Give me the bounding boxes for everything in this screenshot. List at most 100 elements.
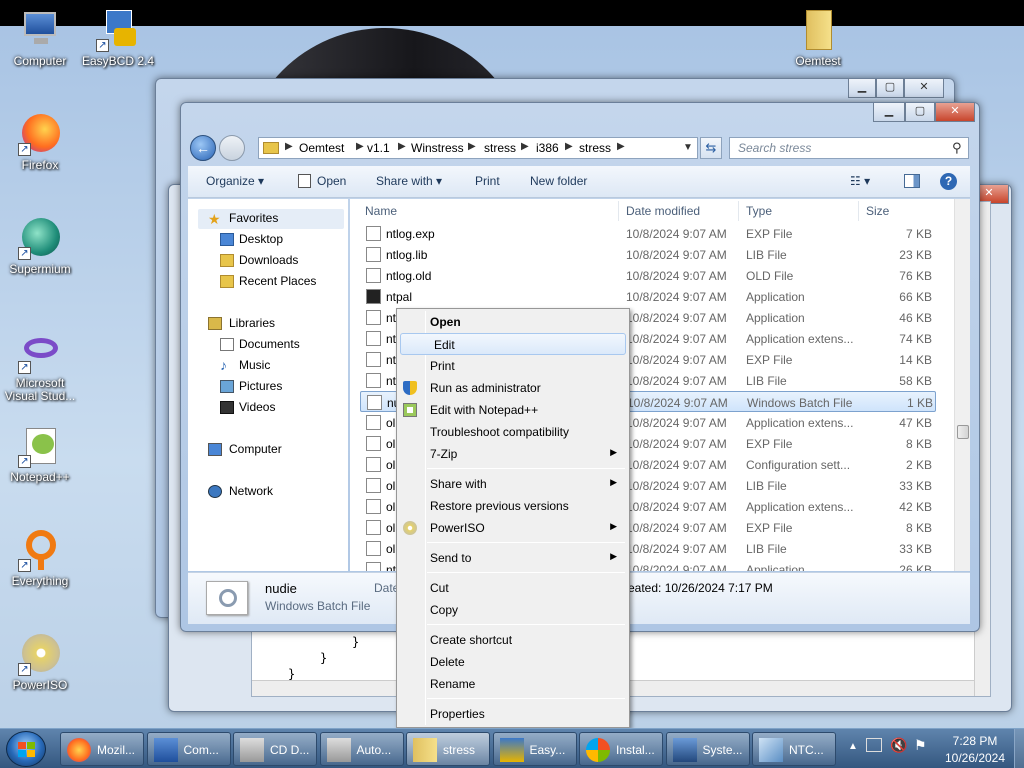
file-size: 14 KB <box>899 353 932 367</box>
file-icon <box>366 310 381 325</box>
file-size: 7 KB <box>905 227 932 241</box>
taskbar-button-auto[interactable]: Auto... <box>319 732 404 766</box>
file-size: 76 KB <box>899 269 932 283</box>
taskbar-button-ntc[interactable]: NTC... <box>752 732 836 766</box>
menu-item-properties[interactable]: Properties <box>397 703 629 725</box>
menu-item-create-shortcut[interactable]: Create shortcut <box>397 629 629 651</box>
menu-item-restore-previous-versions[interactable]: Restore previous versions <box>397 495 629 517</box>
taskbar-button-cd-d[interactable]: CD D... <box>233 732 317 766</box>
details-date-created: eated: 10/26/2024 7:17 PM <box>628 581 773 595</box>
table-row[interactable]: ntpal 10/8/2024 9:07 AM Application 66 KB <box>360 286 936 307</box>
menu-item-7-zip[interactable]: 7-Zip ▶ <box>397 443 629 465</box>
file-type: LIB File <box>746 479 787 493</box>
start-button[interactable] <box>6 731 46 767</box>
file-type: OLD File <box>746 269 794 283</box>
ntc-icon <box>759 738 783 762</box>
network-tray-icon[interactable] <box>866 738 882 752</box>
file-size: 46 KB <box>899 311 932 325</box>
taskbar-button-mozil[interactable]: Mozil... <box>60 732 144 766</box>
action-center-icon[interactable]: ⚑ <box>914 737 927 754</box>
file-icon <box>366 415 381 430</box>
file-type: LIB File <box>746 374 787 388</box>
taskbar-button-instal[interactable]: Instal... <box>579 732 663 766</box>
file-date: 10/8/2024 9:07 AM <box>626 542 727 556</box>
file-size: 26 KB <box>899 563 932 571</box>
show-desktop-button[interactable] <box>1014 729 1024 768</box>
menu-item-open[interactable]: Open <box>397 311 629 333</box>
file-date: 10/8/2024 9:07 AM <box>626 311 727 325</box>
file-date: 10/8/2024 9:07 AM <box>626 374 727 388</box>
file-name: nt <box>386 353 397 367</box>
file-name: nt <box>386 311 397 325</box>
file-name: ntlog.old <box>386 269 432 283</box>
menu-item-print[interactable]: Print <box>397 355 629 377</box>
file-size: 74 KB <box>899 332 932 346</box>
taskbar-button-easy[interactable]: Easy... <box>492 732 577 766</box>
file-type: Application extens... <box>746 416 854 430</box>
taskbar-button-label: Com... <box>183 743 219 757</box>
table-row[interactable]: ntlog.lib 10/8/2024 9:07 AM LIB File 23 KB <box>360 244 936 265</box>
menu-item-run-as-administrator[interactable]: Run as administrator <box>397 377 629 399</box>
clock-time[interactable]: 7:28 PM <box>942 734 1008 748</box>
menu-item-edit[interactable]: Edit <box>400 333 626 355</box>
taskbar-button-stress[interactable]: stress <box>406 732 490 766</box>
volume-muted-icon[interactable]: 🔇 <box>890 737 907 754</box>
menu-item-label: Edit <box>434 338 455 352</box>
file-type: Application <box>746 290 805 304</box>
file-type: Application extens... <box>746 332 854 346</box>
menu-item-send-to[interactable]: Send to ▶ <box>397 547 629 569</box>
poweriso-icon: ↗ <box>18 632 62 676</box>
cd-drive-icon <box>240 738 264 762</box>
menu-item-copy[interactable]: Copy <box>397 599 629 621</box>
code-line: } <box>352 635 360 649</box>
file-name: ntlog.lib <box>386 248 428 262</box>
menu-item-troubleshoot-compatibility[interactable]: Troubleshoot compatibility <box>397 421 629 443</box>
file-name: ol <box>386 479 396 493</box>
menu-item-rename[interactable]: Rename <box>397 673 629 695</box>
file-icon <box>366 352 381 367</box>
file-date: 10/8/2024 9:07 AM <box>626 479 727 493</box>
submenu-arrow-icon: ▶ <box>610 551 617 561</box>
menu-item-label: Rename <box>430 677 476 691</box>
taskbar-button-label: NTC... <box>789 743 824 757</box>
menu-item-label: Open <box>430 315 461 329</box>
file-size: 33 KB <box>899 542 932 556</box>
file-size: 1 KB <box>906 396 933 410</box>
file-icon <box>366 436 381 451</box>
file-name: nt <box>386 332 397 346</box>
file-name: ntpal <box>386 290 413 304</box>
computer-icon <box>153 738 178 762</box>
menu-item-label: Print <box>430 359 455 373</box>
menu-item-label: 7-Zip <box>430 447 458 461</box>
table-row[interactable]: ntlog.old 10/8/2024 9:07 AM OLD File 76 KB <box>360 265 936 286</box>
taskbar-button-label: CD D... <box>270 743 310 757</box>
file-icon <box>366 373 381 388</box>
table-row[interactable]: ntlog.exp 10/8/2024 9:07 AM EXP File 7 KB <box>360 223 936 244</box>
file-name: ol <box>386 437 396 451</box>
notepadpp-icon <box>403 403 417 417</box>
clock-date[interactable]: 10/26/2024 <box>938 751 1012 765</box>
menu-item-cut[interactable]: Cut <box>397 577 629 599</box>
file-name: ol <box>386 458 396 472</box>
file-type: EXP File <box>746 521 793 535</box>
menu-item-label: Run as administrator <box>430 381 541 395</box>
menu-item-edit-with-notepad[interactable]: Edit with Notepad++ <box>397 399 629 421</box>
file-date: 10/8/2024 9:07 AM <box>626 437 727 451</box>
menu-item-label: Edit with Notepad++ <box>430 403 539 417</box>
desktop-icon-poweriso[interactable]: ↗ PowerISO <box>0 632 80 692</box>
context-menu: Open Edit Print Run as administrator Edit wi… <box>396 308 630 728</box>
poweriso-icon <box>403 521 417 535</box>
menu-item-poweriso[interactable]: PowerISO ▶ <box>397 517 629 539</box>
file-date: 10/8/2024 9:07 AM <box>626 227 727 241</box>
taskbar-button-com[interactable]: Com... <box>146 732 231 766</box>
show-hidden-icons[interactable]: ▲ <box>848 741 858 752</box>
file-icon <box>366 268 381 283</box>
menu-item-label: Send to <box>430 551 472 565</box>
menu-item-label: Create shortcut <box>430 633 513 647</box>
menu-item-share-with[interactable]: Share with ▶ <box>397 473 629 495</box>
taskbar-button-syste[interactable]: Syste... <box>665 732 750 766</box>
menu-item-delete[interactable]: Delete <box>397 651 629 673</box>
file-date: 10/8/2024 9:07 AM <box>627 396 728 410</box>
desktop-icon-label: PowerISO <box>12 678 68 692</box>
file-icon <box>366 499 381 514</box>
